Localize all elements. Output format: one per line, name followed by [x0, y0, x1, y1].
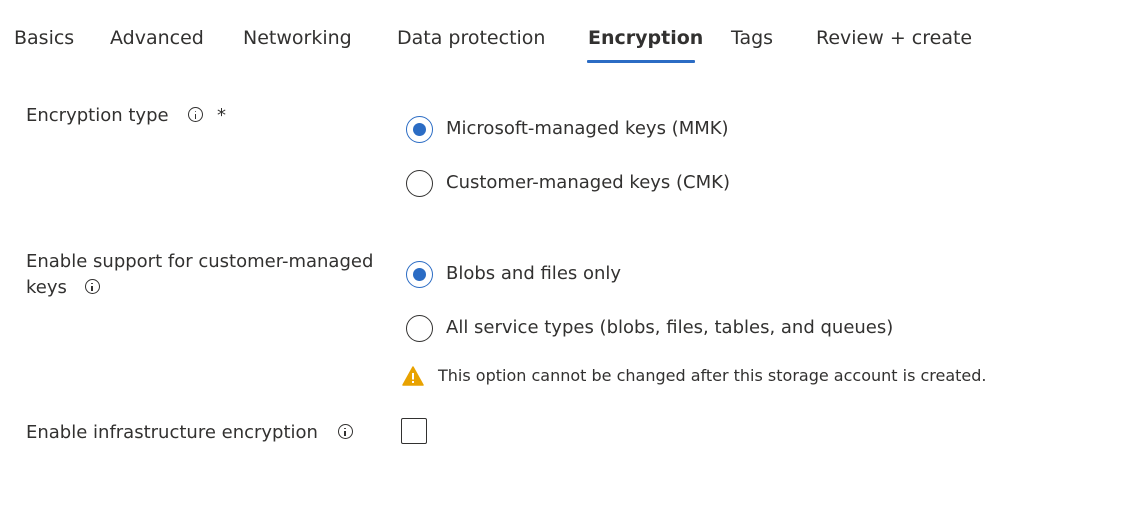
- warning-message: This option cannot be changed after this…: [402, 364, 987, 388]
- cmk-support-label-row: Enable support for customer-managed keys: [26, 249, 373, 301]
- info-icon[interactable]: [337, 424, 353, 439]
- radio-button-selected[interactable]: [406, 115, 433, 143]
- radio-label: Blobs and files only: [446, 263, 622, 284]
- tab-encryption[interactable]: Encryption: [588, 24, 703, 52]
- radio-microsoft-managed-keys[interactable]: Microsoft-managed keys (MMK): [406, 113, 729, 145]
- radio-button-selected[interactable]: [406, 260, 433, 288]
- tab-bar: Basics Advanced Networking Data protecti…: [0, 0, 1130, 64]
- tab-data-protection[interactable]: Data protection: [397, 24, 545, 52]
- infrastructure-encryption-checkbox[interactable]: [401, 418, 427, 444]
- radio-label: Microsoft-managed keys (MMK): [446, 118, 729, 139]
- tab-networking[interactable]: Networking: [243, 24, 352, 52]
- tab-review-create[interactable]: Review + create: [816, 24, 972, 52]
- encryption-type-label-row: Encryption type *: [26, 103, 226, 129]
- tab-tags[interactable]: Tags: [731, 24, 773, 52]
- cmk-support-label-line2: keys: [26, 277, 67, 298]
- radio-button[interactable]: [406, 169, 433, 197]
- warning-text: This option cannot be changed after this…: [438, 366, 987, 385]
- encryption-type-label: Encryption type: [26, 105, 169, 126]
- warning-icon: [402, 366, 424, 386]
- infrastructure-encryption-label: Enable infrastructure encryption: [26, 422, 318, 443]
- infrastructure-encryption-label-row: Enable infrastructure encryption: [26, 420, 353, 446]
- radio-button[interactable]: [406, 314, 433, 342]
- info-icon[interactable]: [188, 107, 204, 122]
- radio-label: All service types (blobs, files, tables,…: [446, 317, 894, 338]
- tab-advanced[interactable]: Advanced: [110, 24, 204, 52]
- radio-all-service-types[interactable]: All service types (blobs, files, tables,…: [406, 312, 893, 344]
- active-tab-indicator: [587, 60, 695, 63]
- radio-label: Customer-managed keys (CMK): [446, 172, 730, 193]
- radio-customer-managed-keys[interactable]: Customer-managed keys (CMK): [406, 167, 730, 199]
- info-icon[interactable]: [84, 279, 100, 294]
- tab-basics[interactable]: Basics: [14, 24, 74, 52]
- radio-blobs-and-files-only[interactable]: Blobs and files only: [406, 258, 621, 290]
- required-marker: *: [217, 105, 227, 126]
- cmk-support-label-line1: Enable support for customer-managed: [26, 251, 374, 272]
